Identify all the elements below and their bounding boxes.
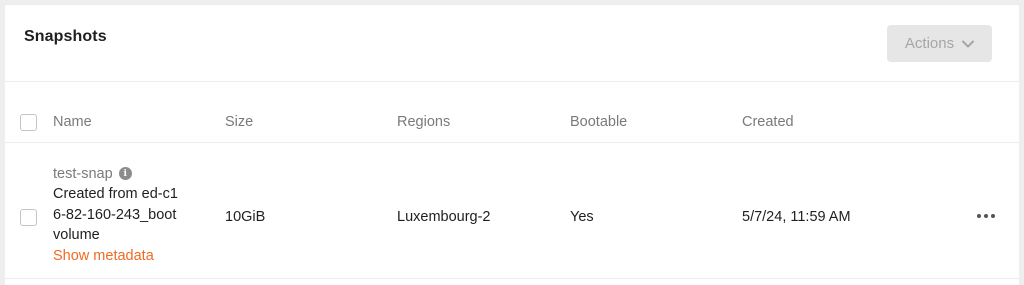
info-icon[interactable]: i: [118, 167, 132, 180]
name-cell: test-snap i Created from ed-c16-82-160-2…: [53, 163, 188, 267]
chevron-down-icon: [962, 40, 975, 48]
column-header-regions[interactable]: Regions: [397, 114, 450, 130]
column-header-created[interactable]: Created: [742, 114, 794, 130]
column-header-size[interactable]: Size: [225, 114, 253, 130]
select-all-checkbox[interactable]: [20, 114, 37, 131]
show-metadata-link[interactable]: Show metadata: [53, 246, 188, 267]
more-horizontal-icon[interactable]: [977, 214, 995, 218]
actions-button-label: Actions: [904, 35, 955, 52]
snapshot-name-line: test-snap i: [53, 163, 188, 184]
actions-button[interactable]: Actions: [887, 25, 992, 62]
snapshot-name: test-snap: [53, 165, 113, 182]
created-cell: 5/7/24, 11:59 AM: [742, 209, 851, 225]
snapshots-panel: Snapshots Actions Name Size Regions Boot…: [5, 5, 1019, 285]
panel-header: Snapshots Actions: [5, 5, 1019, 82]
column-header-name[interactable]: Name: [53, 114, 92, 130]
column-header-bootable[interactable]: Bootable: [570, 114, 627, 130]
snapshot-description: Created from ed-c16-82-160-243_bootvolum…: [53, 186, 178, 243]
table-header: Name Size Regions Bootable Created: [5, 82, 1019, 143]
size-cell: 10GiB: [225, 209, 266, 225]
table-row: test-snap i Created from ed-c16-82-160-2…: [5, 143, 1019, 279]
bootable-cell: Yes: [570, 209, 594, 225]
row-checkbox[interactable]: [20, 209, 37, 226]
region-cell: Luxembourg-2: [397, 209, 491, 225]
panel-title: Snapshots: [24, 28, 107, 45]
